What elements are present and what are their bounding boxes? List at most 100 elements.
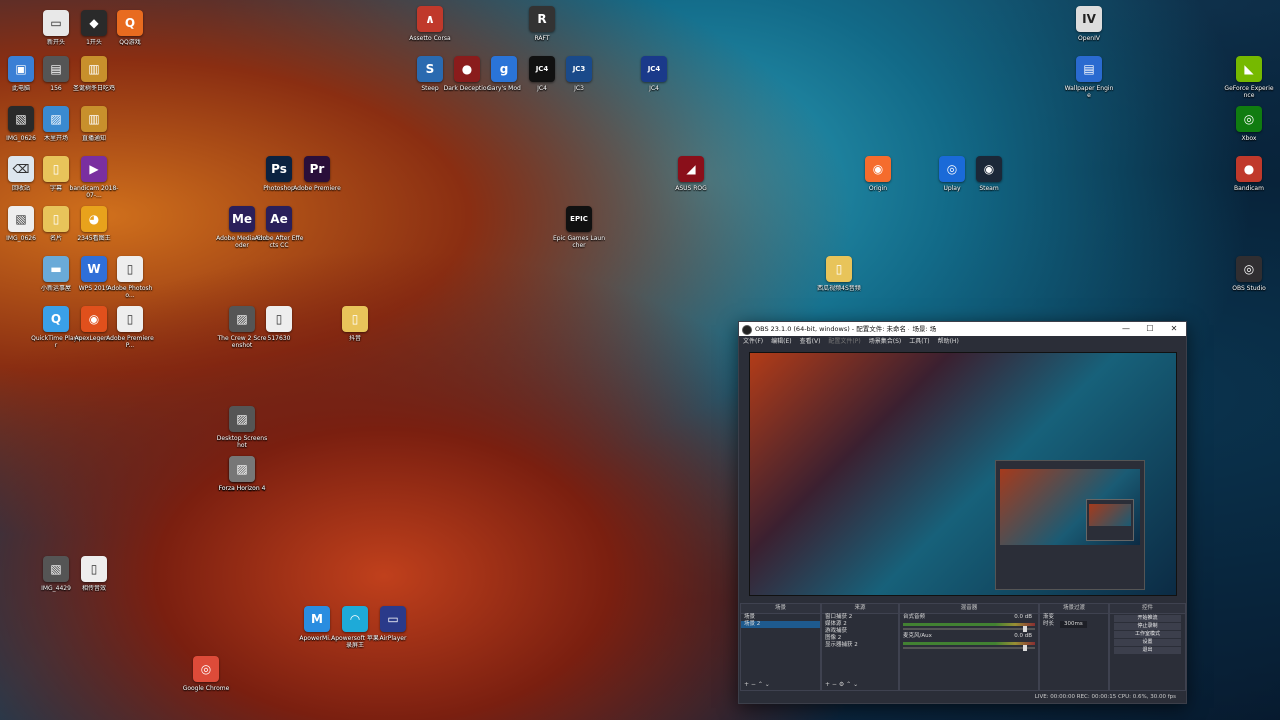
app-icon: Me [229, 206, 255, 232]
desktop-icon[interactable]: ▤ Wallpaper Engine [1063, 56, 1115, 99]
desktop-icon[interactable]: ◢ ASUS ROG [665, 156, 717, 192]
desktop-icon-label: Assetto Corsa [409, 35, 451, 42]
desktop-icon[interactable]: ◉ Origin [852, 156, 904, 192]
stop-recording-button[interactable]: 停止录制 [1114, 623, 1181, 630]
app-icon: ▤ [1076, 56, 1102, 82]
desktop-icon-label: JC4 [649, 85, 659, 92]
menu-help[interactable]: 帮助(H) [938, 336, 959, 348]
desktop-icon[interactable]: ◣ GeForce Experience [1223, 56, 1275, 99]
app-icon: g [491, 56, 517, 82]
sources-toolbar[interactable]: + − ⚙ ⌃ ⌄ [822, 681, 898, 690]
desktop-icon[interactable]: ▯ 相传音效 [68, 556, 120, 592]
duration-input[interactable]: 300ms [1060, 621, 1087, 628]
sources-title: 来源 [822, 604, 898, 614]
app-icon: ◣ [1236, 56, 1262, 82]
scenes-toolbar[interactable]: + − ⌃ ⌄ [741, 681, 820, 690]
desktop-icon[interactable]: ◉ Steam [963, 156, 1015, 192]
desktop-icon[interactable]: JC3 JC3 [553, 56, 605, 92]
studio-mode-button[interactable]: 工作室模式 [1114, 631, 1181, 638]
app-icon: ▭ [43, 10, 69, 36]
desktop-icon-label: RAFT [534, 35, 550, 42]
desktop-icon[interactable]: ◎ Google Chrome [180, 656, 232, 692]
desktop-icon[interactable]: Q QQ游戏 [104, 10, 156, 46]
desktop-icon[interactable]: ● Bandicam [1223, 156, 1275, 192]
desktop-icon-label: GeForce Experience [1224, 85, 1274, 99]
start-streaming-button[interactable]: 开始推流 [1114, 615, 1181, 622]
obs-menu-bar: 文件(F) 编辑(E) 查看(V) 配置文件(P) 场景集合(S) 工具(T) … [739, 336, 1186, 348]
desktop-icon[interactable]: IV OpenIV [1063, 6, 1115, 42]
desktop-icon[interactable]: ▭ AirPlayer [367, 606, 419, 642]
app-icon: ◠ [342, 606, 368, 632]
app-icon: ● [1236, 156, 1262, 182]
desktop-icon[interactable]: ▯ 517630 [253, 306, 305, 342]
obs-window[interactable]: OBS 23.1.0 (64-bit, windows) - 配置文件: 未命名… [738, 321, 1187, 704]
minimize-button[interactable]: — [1114, 322, 1138, 336]
app-icon: IV [1076, 6, 1102, 32]
mixer-track-name: 麦克风/Aux [903, 633, 932, 639]
desktop-icon-label: Adobe Photosho... [107, 285, 153, 299]
nested-obs-preview [995, 460, 1145, 590]
desktop-icon[interactable]: ▥ 圣诞树冬日吃鸡 [68, 56, 120, 92]
app-icon: Ae [266, 206, 292, 232]
desktop-icon[interactable]: Pr Adobe Premiere [291, 156, 343, 192]
mixer-title: 混音器 [900, 604, 1038, 614]
source-item[interactable]: 图像 2 [822, 635, 898, 642]
desktop-icon[interactable]: R RAFT [516, 6, 568, 42]
desktop-icon[interactable]: ◎ Xbox [1223, 106, 1275, 142]
app-icon: ▯ [826, 256, 852, 282]
menu-tools[interactable]: 工具(T) [909, 336, 929, 348]
mouse-cursor [909, 325, 913, 333]
menu-view[interactable]: 查看(V) [800, 336, 821, 348]
desktop-icon[interactable]: ▯ 西瓜视频4S音频 [813, 256, 865, 292]
obs-title-bar[interactable]: OBS 23.1.0 (64-bit, windows) - 配置文件: 未命名… [739, 322, 1186, 336]
desktop-icon[interactable]: ▨ Desktop Screenshot [216, 406, 268, 449]
desktop-icon[interactable]: ◎ OBS Studio [1223, 256, 1275, 292]
desktop-icon-label: Google Chrome [182, 685, 230, 692]
desktop-icon[interactable]: EPIC Epic Games Launcher [553, 206, 605, 249]
maximize-button[interactable]: ☐ [1138, 322, 1162, 336]
exit-button[interactable]: 退出 [1114, 647, 1181, 654]
volume-slider[interactable] [903, 626, 1035, 632]
menu-file[interactable]: 文件(F) [743, 336, 763, 348]
desktop-icon-label: OBS Studio [1232, 285, 1266, 292]
menu-profile[interactable]: 配置文件(P) [828, 336, 860, 348]
sources-dock: 来源 窗口捕获 2 媒体源 2 游戏捕获 图像 2 显示器捕获 2 + − ⚙ … [821, 603, 899, 691]
menu-edit[interactable]: 编辑(E) [771, 336, 791, 348]
app-icon: JC4 [529, 56, 555, 82]
source-item[interactable]: 窗口捕获 2 [822, 614, 898, 621]
scene-item[interactable]: 场景 [741, 614, 820, 621]
desktop-icon-label: Adobe Premiere P... [106, 335, 154, 349]
app-icon: JC3 [566, 56, 592, 82]
desktop-icon[interactable]: ▶ bandicam 2018-07-... [68, 156, 120, 199]
source-item[interactable]: 显示器捕获 2 [822, 642, 898, 649]
desktop-icon[interactable]: Ae Adobe After Effects CC [253, 206, 305, 249]
source-item[interactable]: 游戏捕获 [822, 628, 898, 635]
scenes-dock: 场景 场景 场景 2 + − ⌃ ⌄ [740, 603, 821, 691]
app-icon: Ps [266, 156, 292, 182]
desktop-icon-label: bandicam 2018-07-... [69, 185, 119, 199]
close-button[interactable]: ✕ [1162, 322, 1186, 336]
desktop-icon[interactable]: ▯ Adobe Photosho... [104, 256, 156, 299]
settings-button[interactable]: 设置 [1114, 639, 1181, 646]
volume-slider[interactable] [903, 645, 1035, 651]
desktop-icon[interactable]: ◕ 2345看图王 [68, 206, 120, 242]
desktop-icon[interactable]: ▨ Forza Horizon 4 [216, 456, 268, 492]
desktop-icon-label: JC3 [574, 85, 584, 92]
app-icon: ▨ [229, 406, 255, 432]
desktop-icon[interactable]: ▯ 抖音 [329, 306, 381, 342]
app-icon: ◎ [939, 156, 965, 182]
desktop-icon[interactable]: JC4 JC4 [628, 56, 680, 92]
scene-item-selected[interactable]: 场景 2 [741, 621, 820, 628]
obs-preview[interactable] [749, 352, 1177, 596]
desktop-icon-label: 2345看图王 [77, 235, 111, 242]
desktop-icon[interactable]: ∧ Assetto Corsa [404, 6, 456, 42]
app-icon: ▨ [229, 306, 255, 332]
app-icon: ▨ [43, 106, 69, 132]
transition-type[interactable]: 渐变 [1040, 614, 1108, 621]
app-icon: ▥ [81, 56, 107, 82]
desktop-icon[interactable]: ▯ Adobe Premiere P... [104, 306, 156, 349]
app-icon: EPIC [566, 206, 592, 232]
menu-scene-collection[interactable]: 场景集合(S) [869, 336, 902, 348]
desktop-icon[interactable]: ▥ 直播通知 [68, 106, 120, 142]
source-item[interactable]: 媒体源 2 [822, 621, 898, 628]
